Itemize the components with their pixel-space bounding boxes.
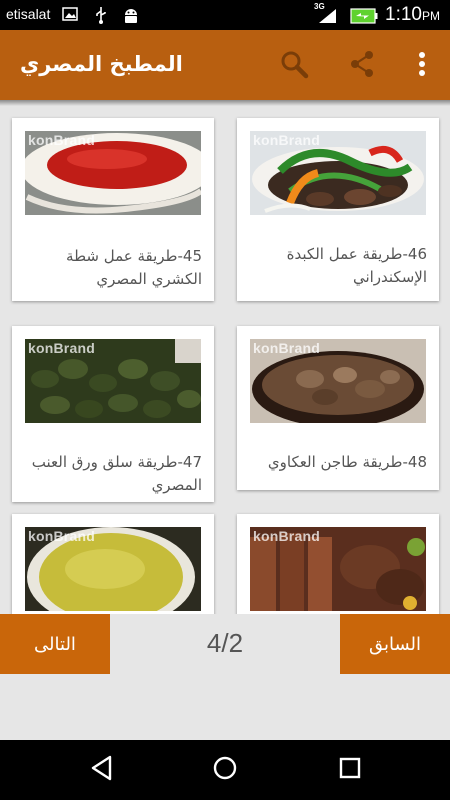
home-circle-icon (212, 755, 238, 785)
search-icon (278, 48, 310, 84)
recipe-card[interactable]: konBrand 48-طريقة طاجن العكاوي (237, 326, 439, 490)
next-page-button[interactable]: التالى (0, 614, 110, 674)
clock: 1:10PM (385, 4, 440, 25)
recipe-grid: konBrand 46-طريقة عمل الكبدة الإسكندراني… (0, 106, 450, 614)
recipe-title: 45-طريقة عمل شطة الكشري المصري (66, 247, 202, 288)
app-bar: المطبخ المصري (0, 30, 450, 100)
watermark-logo: konBrand (28, 528, 95, 544)
overflow-menu-button[interactable] (400, 44, 444, 88)
back-button[interactable] (86, 754, 118, 786)
search-button[interactable] (272, 44, 316, 88)
page-title: المطبخ المصري (20, 52, 183, 76)
usb-icon (93, 6, 109, 28)
recipe-card[interactable]: konBrand 47-طريقة سلق ورق العنب المصري (12, 326, 214, 502)
recipe-thumbnail: konBrand (250, 527, 426, 611)
status-bar: etisalat 3G 1:10PM (0, 0, 450, 30)
recipe-title: 46-طريقة عمل الكبدة الإسكندراني (286, 245, 427, 286)
recipe-card[interactable]: konBrand (12, 514, 214, 614)
pagination-bar: التالى 4/2 السابق (0, 614, 450, 740)
recipe-thumbnail: konBrand (25, 339, 201, 423)
recipe-title: 48-طريقة طاجن العكاوي (267, 453, 427, 471)
carrier-name: etisalat (6, 6, 51, 22)
share-button[interactable] (340, 44, 384, 88)
recipe-thumbnail: konBrand (25, 131, 201, 215)
image-notification-icon (62, 6, 78, 26)
home-button[interactable] (209, 754, 241, 786)
recipe-thumbnail: konBrand (250, 339, 426, 423)
watermark-logo: konBrand (28, 132, 95, 148)
android-debug-icon (122, 6, 140, 28)
recipe-card[interactable]: konBrand (237, 514, 439, 614)
back-triangle-icon (90, 755, 114, 785)
watermark-logo: konBrand (253, 340, 320, 356)
recipe-card[interactable]: konBrand 45-طريقة عمل شطة الكشري المصري (12, 118, 214, 301)
page-counter: 4/2 (206, 628, 244, 658)
recents-button[interactable] (334, 754, 366, 786)
signal-icon (318, 8, 338, 28)
watermark-logo: konBrand (253, 528, 320, 544)
watermark-logo: konBrand (253, 132, 320, 148)
recipe-thumbnail: konBrand (25, 527, 201, 611)
recipe-title: 47-طريقة سلق ورق العنب المصري (31, 453, 202, 494)
recipe-card[interactable]: konBrand 46-طريقة عمل الكبدة الإسكندراني (237, 118, 439, 301)
system-navigation-bar (0, 740, 450, 800)
battery-charging-icon (350, 8, 378, 28)
overflow-menu-icon (418, 51, 426, 81)
watermark-logo: konBrand (28, 340, 95, 356)
previous-page-button[interactable]: السابق (340, 614, 450, 674)
recents-square-icon (339, 757, 361, 783)
recipe-thumbnail: konBrand (250, 131, 426, 215)
share-icon (347, 49, 377, 83)
